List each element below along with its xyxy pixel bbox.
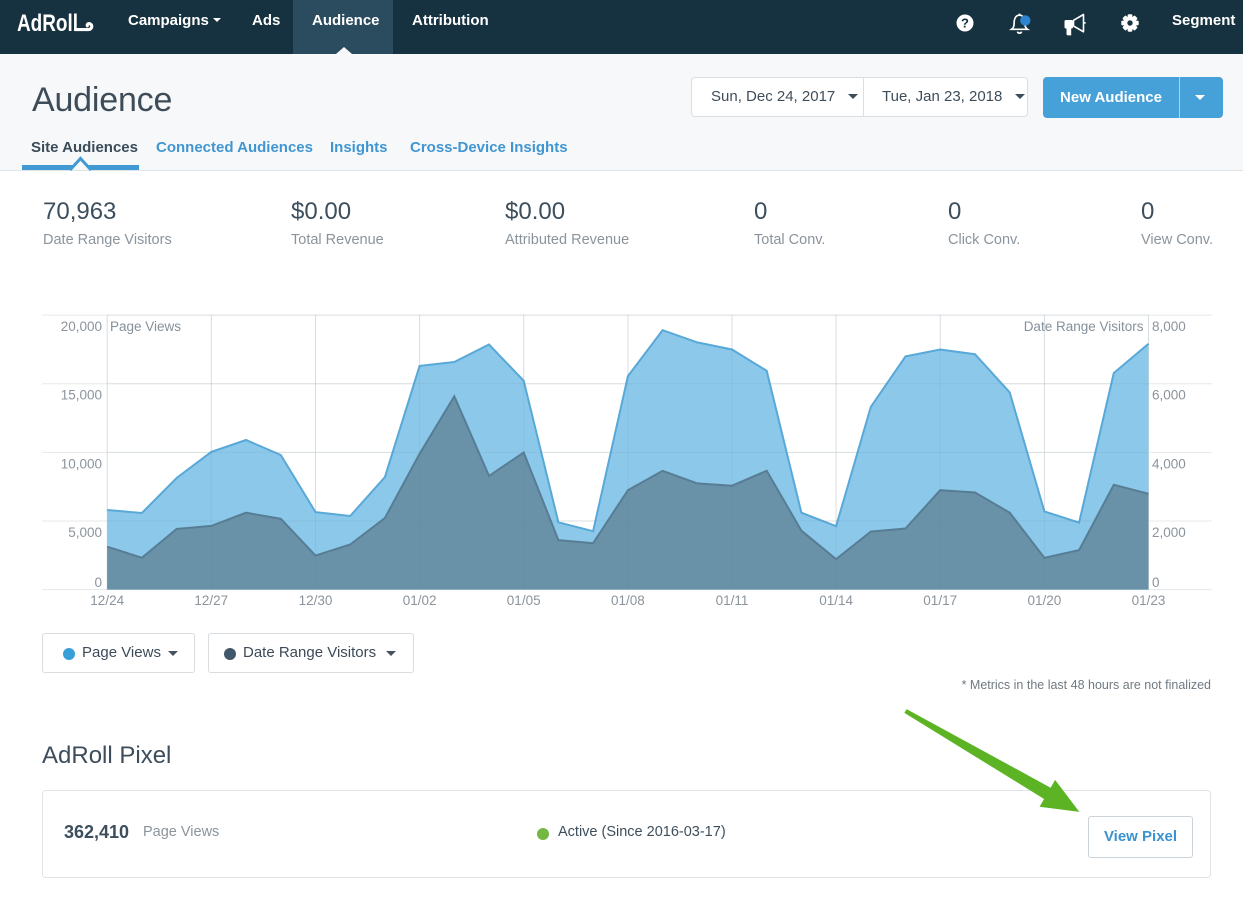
svg-text:01/23: 01/23 bbox=[1132, 593, 1166, 608]
svg-text:15,000: 15,000 bbox=[61, 388, 102, 403]
svg-text:?: ? bbox=[961, 16, 969, 31]
svg-text:10,000: 10,000 bbox=[61, 456, 102, 471]
svg-text:01/14: 01/14 bbox=[819, 593, 853, 608]
svg-text:2,000: 2,000 bbox=[1152, 525, 1186, 540]
svg-text:20,000: 20,000 bbox=[61, 319, 102, 334]
svg-text:01/02: 01/02 bbox=[403, 593, 437, 608]
svg-text:5,000: 5,000 bbox=[68, 525, 102, 540]
svg-text:01/08: 01/08 bbox=[611, 593, 645, 608]
svg-text:01/11: 01/11 bbox=[716, 593, 749, 608]
svg-text:01/20: 01/20 bbox=[1028, 593, 1062, 608]
svg-text:0: 0 bbox=[94, 575, 102, 590]
svg-text:Date Range Visitors: Date Range Visitors bbox=[1024, 319, 1144, 334]
svg-text:6,000: 6,000 bbox=[1152, 388, 1186, 403]
svg-text:AdRoll: AdRoll bbox=[17, 10, 78, 37]
svg-text:01/17: 01/17 bbox=[923, 593, 957, 608]
svg-text:8,000: 8,000 bbox=[1152, 319, 1186, 334]
svg-text:4,000: 4,000 bbox=[1152, 456, 1186, 471]
svg-text:12/24: 12/24 bbox=[90, 593, 124, 608]
svg-text:12/30: 12/30 bbox=[299, 593, 333, 608]
svg-text:12/27: 12/27 bbox=[194, 593, 228, 608]
svg-text:01/05: 01/05 bbox=[507, 593, 541, 608]
svg-text:0: 0 bbox=[1152, 575, 1160, 590]
svg-text:Page Views: Page Views bbox=[110, 319, 181, 334]
